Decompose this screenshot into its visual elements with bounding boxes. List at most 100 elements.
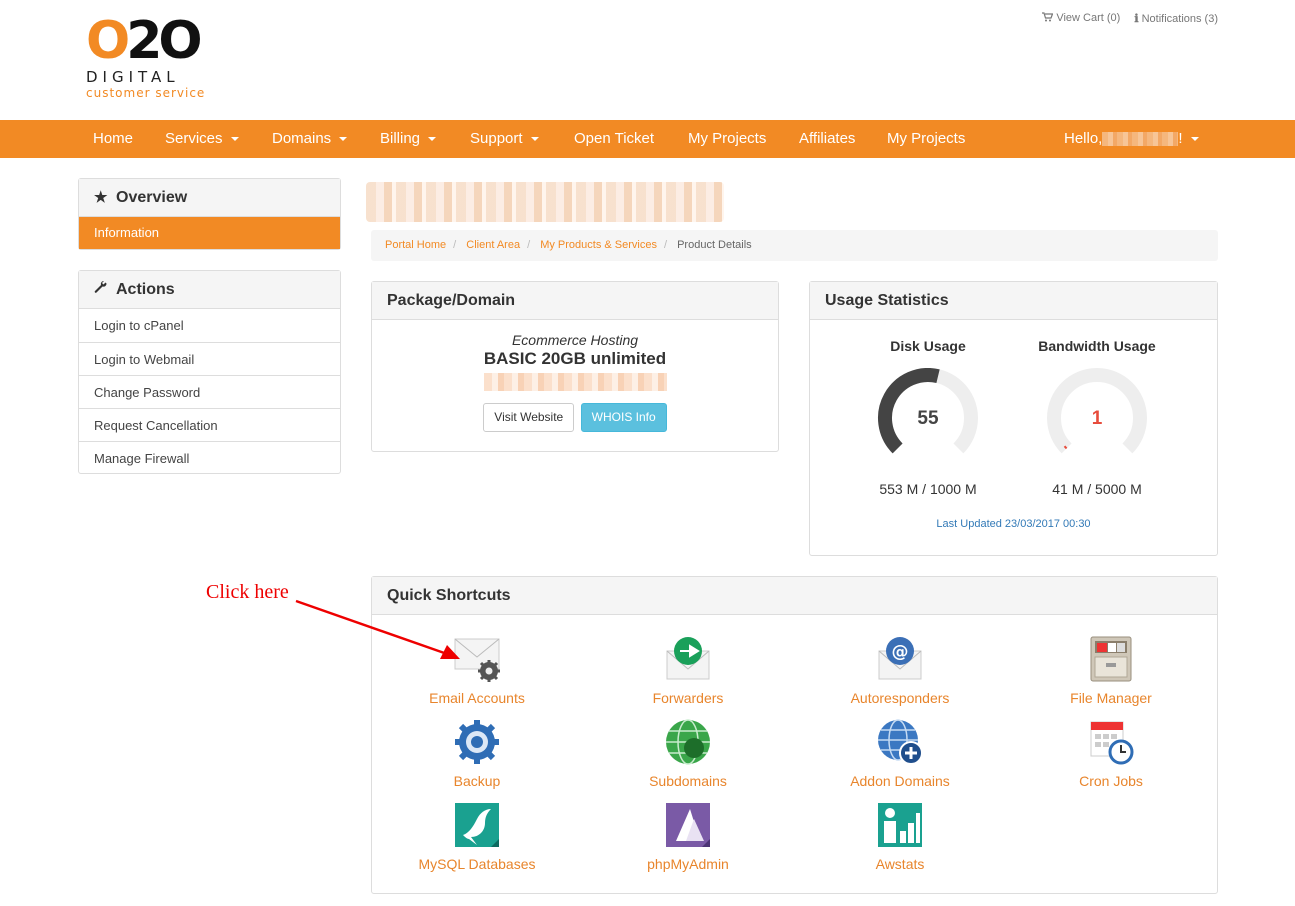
shortcut-label: Cron Jobs	[1079, 773, 1143, 789]
annotation-click-here: Click here	[206, 581, 289, 603]
main-navbar: Home Services Domains Billing Support Op…	[0, 120, 1295, 158]
logo-mark: O2O	[86, 11, 203, 71]
package-domain-redacted	[483, 373, 667, 391]
top-links: View Cart (0) ℹ Notifications (3)	[1042, 12, 1218, 25]
bandwidth-gauge-value: 1	[1092, 408, 1103, 429]
action-login-cpanel[interactable]: Login to cPanel	[79, 309, 340, 342]
phpmyadmin-icon	[666, 803, 710, 847]
caret-down-icon	[428, 137, 437, 142]
shortcut-addon-domains[interactable]: Addon Domains	[800, 718, 1000, 789]
bandwidth-usage-title: Bandwidth Usage	[1038, 338, 1156, 354]
caret-down-icon	[530, 137, 539, 142]
disk-usage-title: Disk Usage	[890, 338, 966, 354]
svg-text:@: @	[892, 642, 909, 662]
caret-down-icon	[339, 137, 348, 142]
shortcut-label: phpMyAdmin	[647, 856, 729, 872]
shortcut-label: Backup	[453, 773, 501, 789]
nav-affiliates[interactable]: Affiliates	[799, 120, 855, 158]
shortcut-label: Email Accounts	[429, 690, 525, 706]
shortcut-cron-jobs[interactable]: Cron Jobs	[1011, 718, 1211, 789]
shortcut-file-manager[interactable]: File Manager	[1011, 635, 1211, 706]
nav-billing[interactable]: Billing	[380, 120, 437, 158]
backup-icon	[455, 720, 499, 764]
action-change-password[interactable]: Change Password	[79, 375, 340, 408]
star-icon: ★	[94, 189, 108, 206]
annotation-arrow-icon	[295, 599, 460, 659]
shortcut-label: Forwarders	[652, 690, 724, 706]
caret-down-icon	[1190, 137, 1199, 142]
awstats-icon	[878, 803, 922, 847]
disk-usage-caption: 553 M / 1000 M	[879, 481, 977, 497]
shortcut-forwarders[interactable]: Forwarders	[588, 635, 788, 706]
action-login-webmail[interactable]: Login to Webmail	[79, 342, 340, 375]
view-cart-label: View Cart (0)	[1056, 12, 1121, 24]
shortcut-label: Awstats	[875, 856, 925, 872]
package-type: Ecommerce Hosting	[511, 332, 639, 348]
package-name: BASIC 20GB unlimited	[483, 349, 667, 368]
logo[interactable]: O2O DIGITAL customer service	[86, 11, 216, 102]
last-updated: Last Updated 23/03/2017 00:30	[936, 518, 1091, 530]
addon-domains-icon	[878, 719, 923, 765]
usage-panel: Usage Statistics Disk Usage 55 553 M / 1…	[809, 281, 1218, 556]
breadcrumb-client-area[interactable]: Client Area	[466, 239, 520, 251]
nav-my-projects-2[interactable]: My Projects	[887, 120, 965, 158]
shortcut-backup[interactable]: Backup	[377, 718, 577, 789]
shortcuts-header: Quick Shortcuts	[372, 577, 1217, 615]
breadcrumb-portal-home[interactable]: Portal Home	[385, 239, 446, 251]
nav-home[interactable]: Home	[93, 120, 133, 158]
package-panel: Package/Domain Ecommerce Hosting BASIC 2…	[371, 281, 779, 452]
actions-list: Login to cPanel Login to Webmail Change …	[79, 309, 340, 474]
overview-header: ★ Overview	[79, 179, 340, 217]
shortcut-autoresponders[interactable]: @ Autoresponders	[800, 635, 1000, 706]
visit-website-button[interactable]: Visit Website	[483, 403, 575, 432]
shortcut-label: File Manager	[1070, 690, 1152, 706]
logo-tagline: customer service	[86, 86, 206, 100]
autoresponders-icon: @	[878, 637, 922, 680]
package-header: Package/Domain	[372, 282, 778, 320]
shortcut-subdomains[interactable]: Subdomains	[588, 718, 788, 789]
breadcrumb-current: Product Details	[677, 239, 752, 251]
bandwidth-usage-gauge: Bandwidth Usage 1 41 M / 5000 M	[1017, 338, 1177, 497]
shortcut-awstats[interactable]: Awstats	[800, 801, 1000, 872]
actions-header: Actions	[79, 271, 340, 309]
usage-header: Usage Statistics	[810, 282, 1217, 320]
whois-info-button[interactable]: WHOIS Info	[580, 403, 667, 432]
forwarders-icon	[666, 637, 710, 680]
shortcuts-panel: Quick Shortcuts Email Accounts Forwarder…	[371, 576, 1218, 894]
notifications-link[interactable]: ℹ Notifications (3)	[1134, 12, 1218, 25]
nav-my-projects[interactable]: My Projects	[688, 120, 766, 158]
cron-jobs-icon	[1090, 721, 1134, 765]
redacted-username	[1102, 132, 1179, 147]
disk-gauge-chart: 55	[878, 368, 978, 454]
shortcut-label: Autoresponders	[850, 690, 950, 706]
nav-domains[interactable]: Domains	[272, 120, 348, 158]
nav-support[interactable]: Support	[470, 120, 539, 158]
actions-panel: Actions Login to cPanel Login to Webmail…	[78, 270, 341, 474]
info-icon: ℹ	[1134, 13, 1139, 25]
disk-usage-gauge: Disk Usage 55 553 M / 1000 M	[848, 338, 1008, 497]
caret-down-icon	[230, 137, 239, 142]
nav-open-ticket[interactable]: Open Ticket	[574, 120, 654, 158]
sidebar-item-information[interactable]: Information	[79, 217, 340, 249]
cart-icon	[1042, 12, 1054, 22]
shortcut-label: Addon Domains	[850, 773, 950, 789]
file-manager-icon	[1090, 636, 1132, 682]
nav-services[interactable]: Services	[165, 120, 239, 158]
nav-user-menu[interactable]: Hello,!	[1064, 120, 1199, 158]
breadcrumb: Portal Home / Client Area / My Products & …	[371, 230, 1218, 261]
notifications-label: Notifications (3)	[1141, 13, 1218, 25]
overview-panel: ★ Overview Information	[78, 178, 341, 250]
bandwidth-gauge-chart: 1	[1047, 368, 1147, 454]
shortcut-phpmyadmin[interactable]: phpMyAdmin	[588, 801, 788, 872]
wrench-icon	[94, 271, 110, 309]
shortcut-mysql-databases[interactable]: MySQL Databases	[377, 801, 577, 872]
action-request-cancellation[interactable]: Request Cancellation	[79, 408, 340, 441]
mysql-icon	[455, 803, 499, 847]
breadcrumb-products-services[interactable]: My Products & Services	[540, 239, 657, 251]
action-manage-firewall[interactable]: Manage Firewall	[79, 441, 340, 474]
bandwidth-usage-caption: 41 M / 5000 M	[1052, 481, 1142, 497]
subdomains-icon	[666, 719, 710, 765]
disk-gauge-value: 55	[917, 408, 939, 429]
view-cart-link[interactable]: View Cart (0)	[1042, 12, 1120, 25]
shortcut-label: Subdomains	[649, 773, 727, 789]
